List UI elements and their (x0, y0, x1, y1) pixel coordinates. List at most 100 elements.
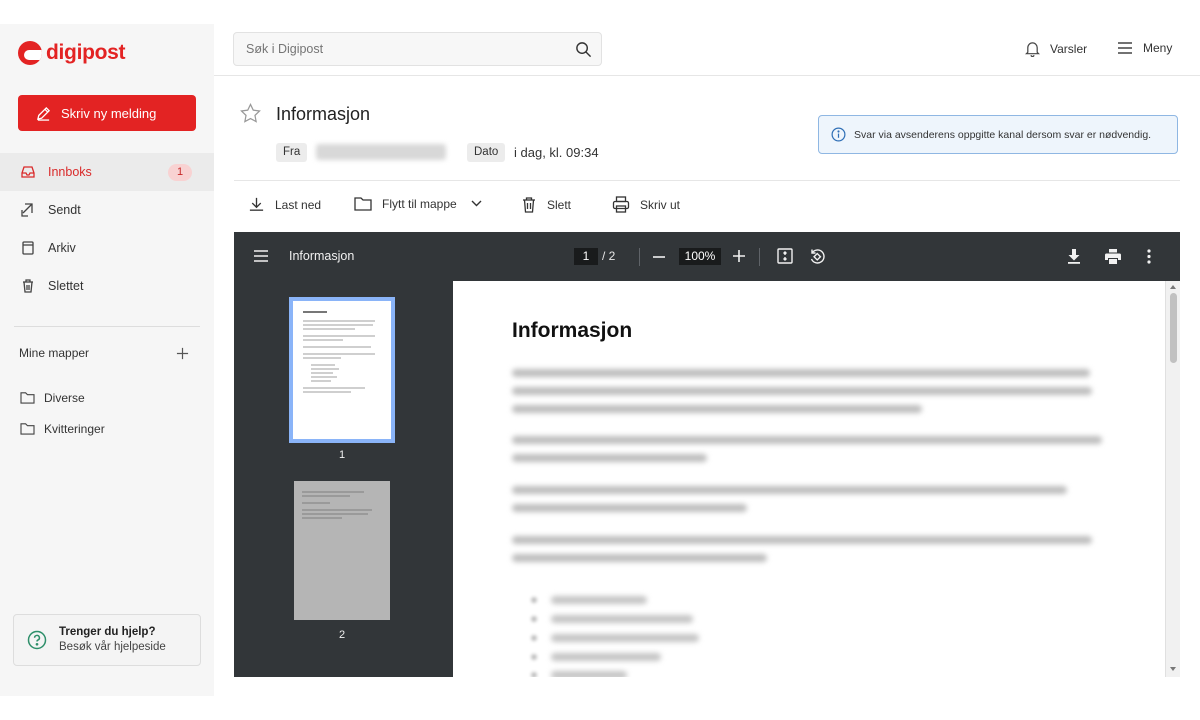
thumb-line (303, 353, 375, 355)
thumb-line (311, 364, 335, 366)
printer-icon (612, 196, 630, 213)
thumb-line (302, 517, 342, 519)
my-folders-header: Mine mapper (19, 346, 189, 360)
pdf-viewer: Informasjon 1 / 2 100% 1 2 Informasjon (234, 232, 1180, 677)
sidebar-nav: Innboks 1 Sendt Arkiv Slettet (0, 153, 214, 305)
thumb-line (303, 320, 375, 322)
digipost-logo-mark (18, 41, 42, 65)
star-icon[interactable] (240, 103, 261, 123)
fit-page-icon[interactable] (777, 248, 793, 264)
scroll-down-arrow-icon[interactable] (1170, 667, 1176, 671)
help-subtitle: Besøk vår hjelpeside (59, 641, 166, 653)
sidebar-item-deleted[interactable]: Slettet (0, 267, 214, 305)
help-circle-icon (27, 630, 47, 650)
folder-item-diverse[interactable]: Diverse (0, 382, 214, 413)
bullet (531, 635, 537, 641)
thumb-line (311, 372, 333, 374)
send-icon (21, 203, 33, 217)
move-label: Flytt til mappe (382, 196, 457, 211)
redacted-text-line (512, 454, 707, 462)
delete-button[interactable]: Slett (521, 196, 571, 213)
plus-icon[interactable] (176, 347, 189, 360)
zoom-out-icon[interactable] (653, 256, 665, 258)
pdf-scrollbar[interactable] (1165, 281, 1180, 677)
redacted-text-line (512, 405, 922, 413)
info-icon (831, 127, 846, 142)
top-bar: Varsler Meny (214, 24, 1200, 76)
menu-button[interactable]: Meny (1117, 41, 1172, 55)
scroll-up-arrow-icon[interactable] (1170, 285, 1176, 289)
pdf-page: Informasjon (453, 281, 1165, 677)
help-link[interactable]: Trenger du hjelp? Besøk vår hjelpeside (13, 614, 201, 666)
unread-count-badge: 1 (168, 164, 192, 181)
thumb-line (302, 491, 364, 493)
notifications-button[interactable]: Varsler (1025, 41, 1087, 57)
sidebar-item-label: Innboks (48, 165, 92, 179)
archive-icon (22, 241, 34, 255)
thumb-line (302, 513, 368, 515)
toolbar-separator (759, 248, 760, 266)
toolbar-separator (639, 248, 640, 266)
printer-icon[interactable] (1105, 249, 1121, 264)
bullet (531, 654, 537, 660)
notifications-label: Varsler (1050, 42, 1088, 56)
search-input[interactable] (246, 42, 566, 56)
thumb-line (303, 391, 351, 393)
print-button[interactable]: Skriv ut (612, 196, 680, 213)
download-icon[interactable] (1067, 249, 1081, 264)
more-options-icon[interactable] (1147, 249, 1151, 264)
redacted-text-line (512, 436, 1102, 444)
thumb-line (302, 502, 330, 504)
date-label: Dato (467, 143, 506, 162)
thumb-line (303, 328, 355, 330)
scrollbar-thumb[interactable] (1170, 293, 1177, 363)
redacted-list-item (551, 653, 661, 661)
inbox-icon (21, 166, 35, 178)
download-button[interactable]: Last ned (248, 196, 321, 213)
sidebar-item-label: Arkiv (48, 241, 76, 255)
page-total: / 2 (602, 249, 616, 263)
folder-icon (20, 392, 35, 404)
redacted-list-item (551, 634, 699, 642)
thumb-line (302, 495, 350, 497)
folder-list: Diverse Kvitteringer (0, 382, 214, 444)
header-divider (234, 180, 1180, 181)
notice-text: Svar via avsenderens oppgitte kanal ders… (854, 128, 1152, 141)
trash-icon (23, 279, 33, 293)
logo-text: digipost (46, 41, 126, 64)
thumb-line (303, 324, 373, 326)
zoom-in-icon[interactable] (733, 250, 745, 262)
bullet (531, 672, 537, 677)
digipost-logo[interactable]: digipost (18, 41, 126, 65)
trash-icon (523, 197, 535, 213)
redacted-text-line (512, 536, 1092, 544)
folder-icon (354, 197, 372, 211)
page-thumbnail-1[interactable] (289, 297, 395, 443)
compose-label: Skriv ny melding (61, 105, 157, 121)
search-icon[interactable] (575, 41, 592, 58)
sidebar-item-label: Sendt (48, 203, 81, 217)
menu-label: Meny (1143, 41, 1173, 55)
sidebar-item-inbox[interactable]: Innboks 1 (0, 153, 214, 191)
rotate-icon[interactable] (809, 248, 825, 265)
sidebar-item-archive[interactable]: Arkiv (0, 229, 214, 267)
sidebar-item-sent[interactable]: Sendt (0, 191, 214, 229)
pencil-icon (36, 106, 51, 121)
sidebar: digipost Skriv ny melding Innboks 1 Send… (0, 24, 214, 696)
page-number-input[interactable]: 1 (574, 248, 598, 265)
compose-message-button[interactable]: Skriv ny melding (18, 95, 196, 131)
zoom-level-input[interactable]: 100% (679, 248, 721, 265)
hamburger-menu-icon[interactable] (253, 249, 269, 263)
bell-icon (1025, 42, 1040, 57)
delete-label: Slett (547, 197, 572, 212)
folder-icon (20, 423, 35, 435)
move-to-folder-button[interactable]: Flytt til mappe (354, 196, 482, 211)
my-folders-title: Mine mapper (19, 346, 90, 360)
download-icon (249, 197, 264, 211)
bullet (531, 616, 537, 622)
pdf-toolbar: Informasjon 1 / 2 100% (234, 232, 1180, 281)
thumb-line (303, 387, 365, 389)
folder-item-kvitteringer[interactable]: Kvitteringer (0, 413, 214, 444)
page-thumbnail-2[interactable] (294, 481, 390, 620)
thumb-line (311, 368, 339, 370)
